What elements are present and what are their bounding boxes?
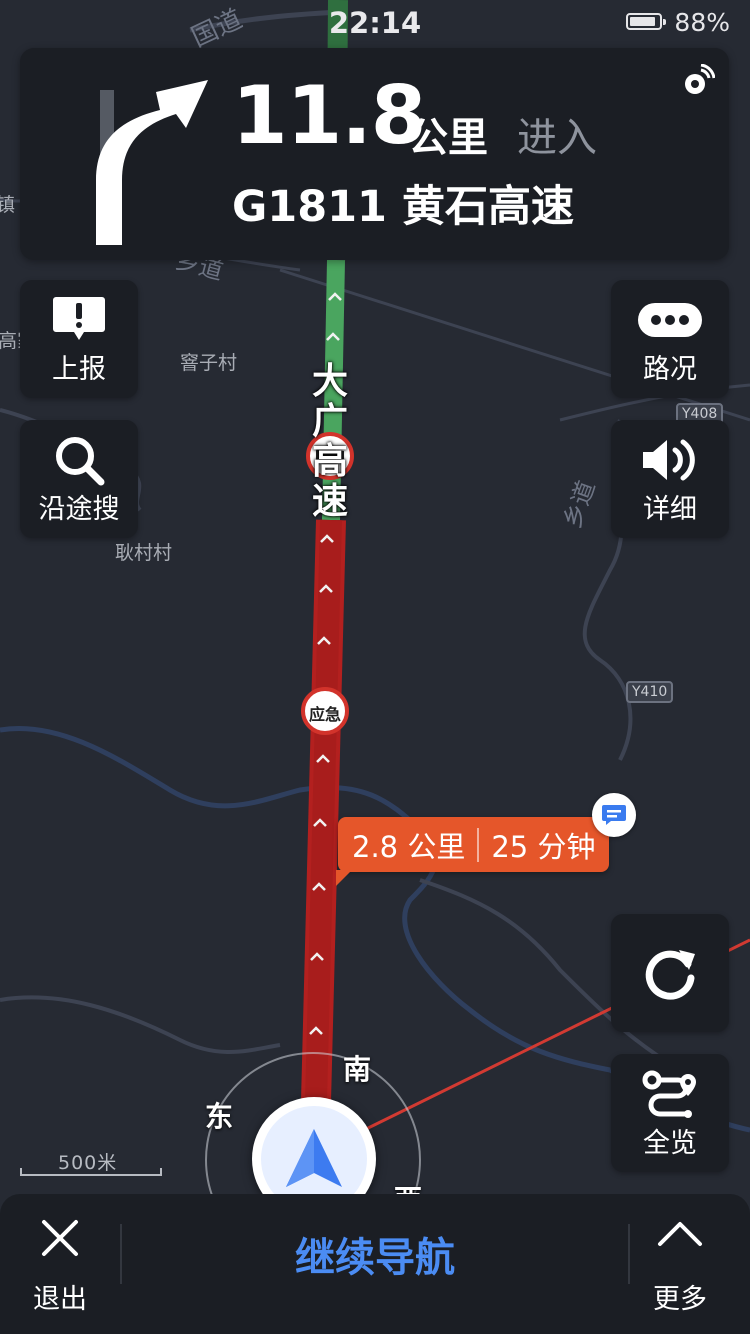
report-button[interactable]: 上报 <box>20 280 138 398</box>
distance-value: 11.8 <box>232 69 426 162</box>
distance-unit: 公里 <box>408 115 488 161</box>
bottom-bar: 退出 继续导航 更多 <box>0 1194 750 1334</box>
battery-percent: 88% <box>674 8 730 37</box>
voice-detail-button[interactable]: 详细 <box>611 420 729 538</box>
status-bar: 22:14 88% <box>0 0 750 44</box>
map-place-label: 窨子村 <box>180 352 238 374</box>
route-overview-button[interactable]: 全览 <box>611 1054 729 1172</box>
exit-button[interactable]: 退出 <box>20 1212 100 1316</box>
map-place-label: 镇 <box>0 194 16 216</box>
report-label: 上报 <box>52 354 106 385</box>
gps-signal-icon <box>685 64 715 94</box>
speaker-icon <box>611 434 729 486</box>
guidance-card[interactable]: 11.8 公里 进入 G1811 黄石高速 <box>20 48 729 260</box>
road-name: G1811 黄石高速 <box>232 182 574 232</box>
bear-right-arrow-icon <box>96 80 208 245</box>
battery-level <box>630 17 655 26</box>
compass-east: 东 <box>205 1100 234 1133</box>
traffic-label: 路况 <box>643 354 697 385</box>
search-along-label: 沿途搜 <box>38 494 120 525</box>
route-callout[interactable]: 2.8 公里 25 分钟 <box>335 817 610 886</box>
more-button[interactable]: 更多 <box>630 1212 730 1316</box>
more-label: 更多 <box>653 1284 707 1315</box>
voice-detail-label: 详细 <box>643 494 697 525</box>
report-alert-icon <box>20 294 138 346</box>
road-badge: Y410 <box>626 681 674 703</box>
callout-time: 25 分钟 <box>491 829 596 864</box>
battery-icon <box>626 13 666 30</box>
chevron-up-icon <box>658 1222 702 1246</box>
scale-bar <box>20 1168 162 1176</box>
route-overview-icon <box>611 1068 729 1120</box>
action-text: 进入 <box>517 115 597 161</box>
callout-distance: 2.8 公里 <box>352 829 466 864</box>
highway-label: 大广高速 <box>311 361 348 522</box>
search-icon <box>20 434 138 486</box>
refresh-icon <box>611 914 729 1032</box>
exit-label: 退出 <box>33 1284 87 1315</box>
compass-south: 南 <box>343 1053 372 1086</box>
refresh-route-button[interactable] <box>611 914 729 1032</box>
callout-divider <box>477 827 480 862</box>
close-icon <box>42 1220 78 1256</box>
traffic-dots-icon <box>611 294 729 346</box>
traffic-button[interactable]: 路况 <box>611 280 729 398</box>
continue-navigation-button[interactable]: 继续导航 <box>122 1194 628 1314</box>
emergency-marker[interactable]: 应急 <box>303 701 347 725</box>
message-icon[interactable] <box>592 793 636 837</box>
map-place-label: 耿村村 <box>115 542 173 564</box>
route-overview-label: 全览 <box>643 1128 697 1159</box>
search-along-button[interactable]: 沿途搜 <box>20 420 138 538</box>
battery-cap <box>663 19 666 25</box>
